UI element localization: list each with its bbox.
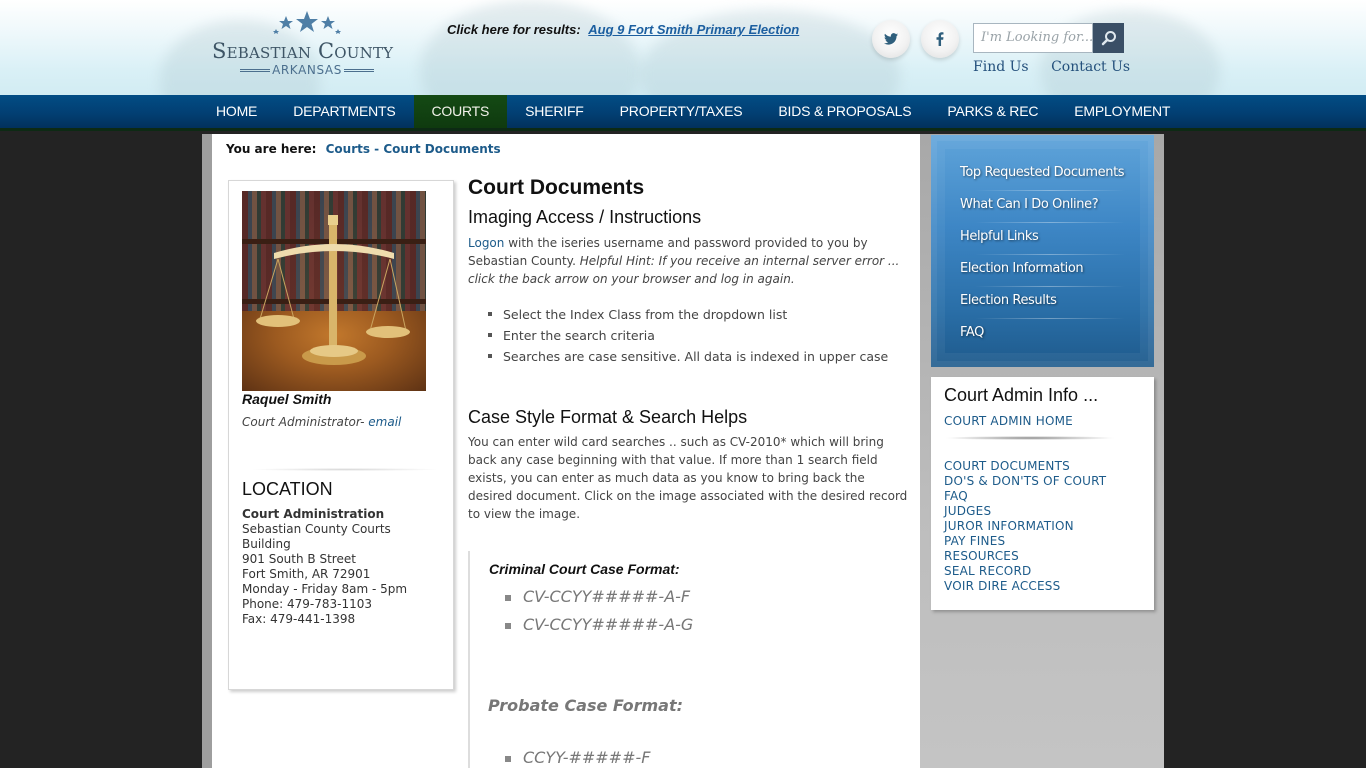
admin-link-judges[interactable]: JUDGES bbox=[944, 504, 991, 518]
search-icon bbox=[1101, 31, 1116, 46]
logo-state: ARKANSAS bbox=[232, 63, 382, 77]
quick-link-helpful-links[interactable]: Helpful Links bbox=[960, 229, 1039, 244]
logo-rule bbox=[240, 69, 271, 72]
nav-item-departments[interactable]: DEPARTMENTS bbox=[275, 95, 413, 128]
quick-link-separator bbox=[975, 190, 1125, 191]
blockquote-border bbox=[468, 551, 470, 768]
location-fax: Fax: 479-441-1398 bbox=[242, 612, 356, 626]
staff-email-link[interactable]: email bbox=[368, 415, 401, 429]
search-button[interactable] bbox=[1093, 23, 1124, 53]
admin-link-seal-record[interactable]: SEAL RECORD bbox=[944, 564, 1031, 578]
nav-item-property-taxes[interactable]: PROPERTY/TAXES bbox=[602, 95, 761, 128]
election-results-banner: Click here for results: Aug 9 Fort Smith… bbox=[447, 22, 799, 37]
admin-link-court-documents[interactable]: COURT DOCUMENTS bbox=[944, 459, 1070, 473]
scales-of-justice-image bbox=[242, 191, 426, 391]
admin-link-dos-donts[interactable]: DO'S & DON'TS OF COURT bbox=[944, 474, 1106, 488]
nav-item-courts[interactable]: COURTS bbox=[413, 95, 508, 128]
location-city: Fort Smith, AR 72901 bbox=[242, 567, 371, 581]
logo-county-name: Sebastian County bbox=[212, 39, 394, 63]
list-item: CV-CCYY#####-A-F bbox=[505, 583, 693, 611]
logon-link[interactable]: Logon bbox=[468, 236, 504, 250]
admin-link-pay-fines[interactable]: PAY FINES bbox=[944, 534, 1005, 548]
nav-item-parks-rec[interactable]: PARKS & REC bbox=[929, 95, 1056, 128]
location-line: Sebastian County Courts bbox=[242, 522, 391, 536]
breadcrumb-label: You are here: bbox=[226, 142, 317, 156]
quick-link-faq[interactable]: FAQ bbox=[960, 325, 984, 340]
contact-us-link[interactable]: Contact Us bbox=[1051, 59, 1130, 75]
quick-link-separator bbox=[975, 254, 1125, 255]
list-item: Searches are case sensitive. All data is… bbox=[488, 346, 908, 367]
case-style-text: You can enter wild card searches .. such… bbox=[468, 435, 908, 521]
election-results-link[interactable]: Aug 9 Fort Smith Primary Election bbox=[588, 22, 799, 37]
criminal-format-list: CV-CCYY#####-A-F CV-CCYY#####-A-G bbox=[505, 583, 693, 639]
site-header: Sebastian County ARKANSAS Click here for… bbox=[0, 0, 1366, 95]
list-item: Enter the search criteria bbox=[488, 325, 908, 346]
location-address: 901 South B Street bbox=[242, 552, 356, 566]
nav-item-bids-proposals[interactable]: BIDS & PROPOSALS bbox=[760, 95, 929, 128]
list-item: CV-CCYY#####-A-G bbox=[505, 611, 693, 639]
quick-link-separator bbox=[975, 222, 1125, 223]
twitter-icon bbox=[884, 33, 898, 45]
nav-item-home[interactable]: HOME bbox=[198, 95, 275, 128]
quick-link-separator bbox=[975, 318, 1125, 319]
location-heading: LOCATION bbox=[242, 479, 333, 499]
county-logo[interactable]: Sebastian County ARKANSAS bbox=[210, 10, 406, 80]
header-links: Find Us Contact Us bbox=[973, 59, 1148, 75]
page-title: Court Documents bbox=[468, 176, 645, 199]
court-admin-home-link[interactable]: COURT ADMIN HOME bbox=[944, 414, 1073, 428]
location-phone: Phone: 479-783-1103 bbox=[242, 597, 373, 611]
court-admin-info-title: Court Admin Info ... bbox=[944, 385, 1099, 405]
probate-format-heading: Probate Case Format: bbox=[488, 696, 684, 715]
quick-link-what-can-i-do-online[interactable]: What Can I Do Online? bbox=[960, 197, 1099, 212]
location-office: Court Administration bbox=[242, 507, 385, 521]
card-divider bbox=[250, 468, 440, 471]
find-us-link[interactable]: Find Us bbox=[973, 59, 1029, 75]
main-content: Court Documents Imaging Access / Instruc… bbox=[468, 176, 908, 523]
admin-link-resources[interactable]: RESOURCES bbox=[944, 549, 1019, 563]
admin-link-voir-dire-access[interactable]: VOIR DIRE ACCESS bbox=[944, 579, 1060, 593]
header-background-tree bbox=[420, 0, 640, 95]
probate-format-list: CCYY-#####-F bbox=[505, 744, 650, 768]
list-item: CCYY-#####-F bbox=[505, 744, 650, 768]
admin-divider bbox=[944, 436, 1116, 440]
stars-icon bbox=[273, 11, 341, 34]
staff-title: Court Administrator- email bbox=[242, 415, 401, 429]
section-heading-case-style: Case Style Format & Search Helps bbox=[468, 407, 748, 427]
list-item: Select the Index Class from the dropdown… bbox=[488, 304, 908, 325]
quick-link-top-requested-documents[interactable]: Top Requested Documents bbox=[960, 165, 1125, 180]
imaging-instructions: Logon with the iseries username and pass… bbox=[468, 234, 908, 288]
nav-item-employment[interactable]: EMPLOYMENT bbox=[1056, 95, 1188, 128]
logo-rule bbox=[343, 69, 374, 72]
quick-link-separator bbox=[975, 286, 1125, 287]
admin-link-faq[interactable]: FAQ bbox=[944, 489, 968, 503]
quick-link-election-results[interactable]: Election Results bbox=[960, 293, 1057, 308]
admin-link-juror-information[interactable]: JUROR INFORMATION bbox=[944, 519, 1074, 533]
nav-item-sheriff[interactable]: SHERIFF bbox=[507, 95, 602, 128]
site-search-input[interactable]: I'm Looking for... bbox=[973, 23, 1093, 53]
section-heading-imaging: Imaging Access / Instructions bbox=[468, 207, 702, 227]
instruction-list: Select the Index Class from the dropdown… bbox=[488, 304, 908, 367]
scales-icon bbox=[256, 215, 410, 365]
breadcrumb-path[interactable]: Courts - Court Documents bbox=[326, 142, 501, 156]
quick-link-election-information[interactable]: Election Information bbox=[960, 261, 1084, 276]
results-banner-label: Click here for results: bbox=[447, 22, 581, 37]
location-details: Court Administration Sebastian County Co… bbox=[242, 507, 442, 627]
staff-name: Raquel Smith bbox=[242, 391, 332, 407]
facebook-button[interactable] bbox=[921, 20, 959, 58]
breadcrumb: You are here: Courts - Court Documents bbox=[226, 142, 501, 156]
criminal-format-heading: Criminal Court Case Format: bbox=[489, 561, 680, 577]
logo-state-text: ARKANSAS bbox=[272, 63, 342, 77]
staff-title-text: Court Administrator- bbox=[242, 415, 365, 429]
twitter-button[interactable] bbox=[872, 20, 910, 58]
location-line: Building bbox=[242, 537, 291, 551]
location-hours: Monday - Friday 8am - 5pm bbox=[242, 582, 408, 596]
nav-items: HOME DEPARTMENTS COURTS SHERIFF PROPERTY… bbox=[198, 95, 1188, 128]
facebook-icon bbox=[936, 32, 944, 46]
main-navigation: HOME DEPARTMENTS COURTS SHERIFF PROPERTY… bbox=[0, 95, 1366, 131]
